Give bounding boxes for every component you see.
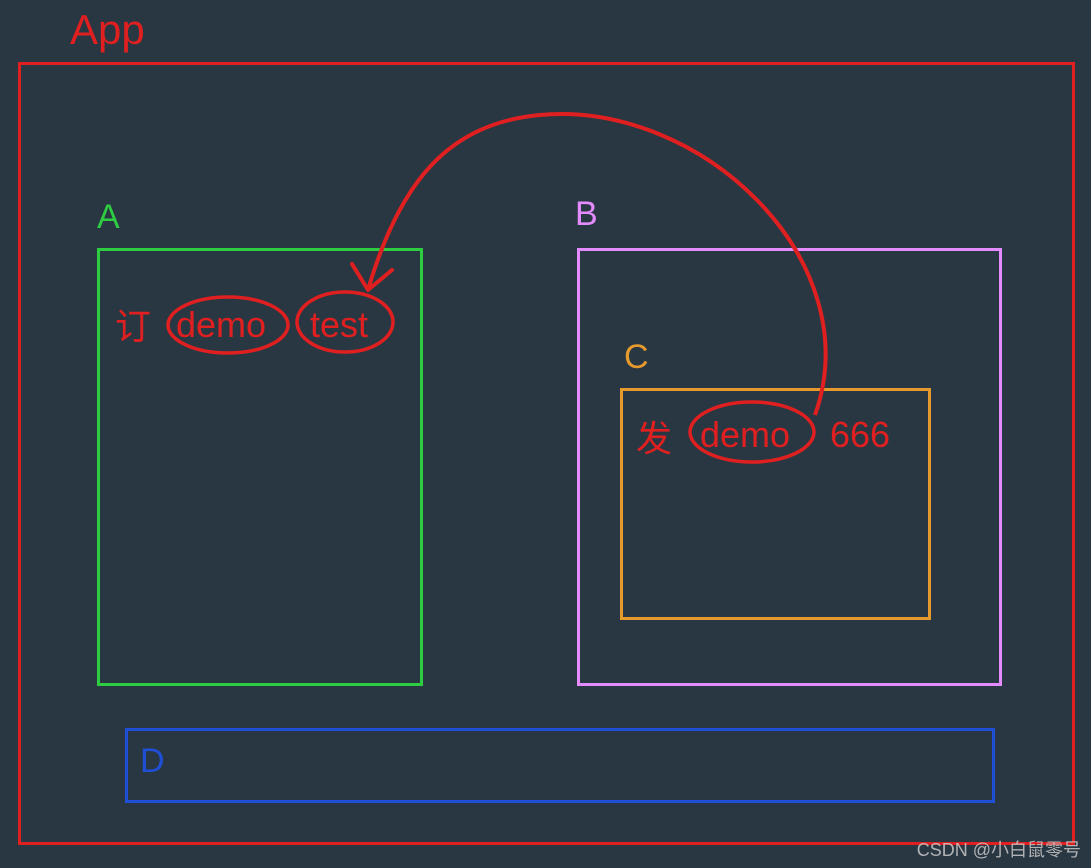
label-b: B (575, 195, 598, 234)
annotation-a-subscribe: 订 (115, 298, 151, 350)
label-d: D (140, 742, 165, 781)
annotation-a-demo: demo (176, 304, 266, 346)
label-app: App (70, 6, 145, 54)
annotation-c-value: 666 (830, 414, 890, 456)
label-a: A (97, 198, 120, 237)
annotation-c-demo: demo (700, 414, 790, 456)
watermark-text: CSDN @小白鼠零号 (917, 836, 1081, 862)
box-d (125, 728, 995, 803)
annotation-a-test: test (310, 304, 368, 346)
annotation-c-publish: 发 (636, 410, 672, 462)
label-c: C (624, 338, 649, 377)
